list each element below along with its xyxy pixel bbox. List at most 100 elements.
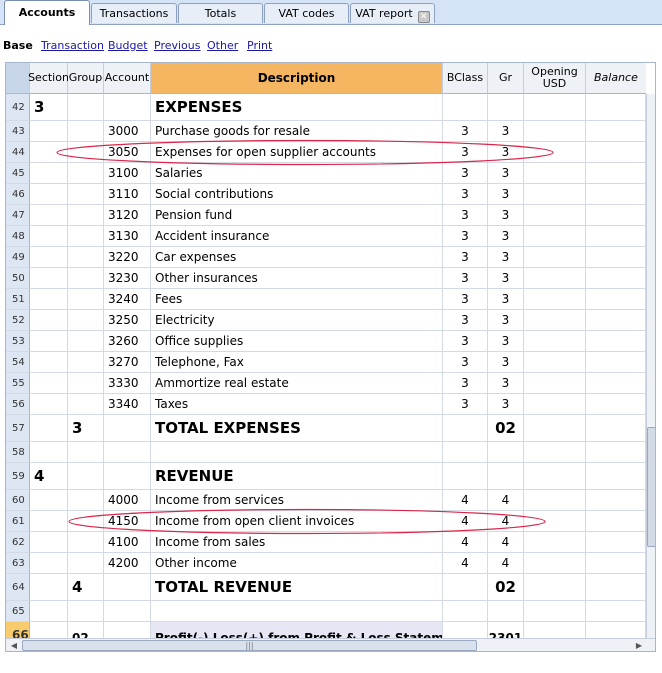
bclass-cell[interactable]: 3 [443, 352, 488, 373]
description-cell[interactable]: REVENUE [151, 463, 443, 490]
scroll-thumb[interactable]: ||| [22, 640, 477, 651]
section-cell[interactable] [30, 511, 68, 532]
gr-cell[interactable]: 3 [488, 163, 524, 184]
opening-cell[interactable] [524, 463, 586, 490]
gr-cell[interactable] [488, 94, 524, 121]
opening-cell[interactable] [524, 289, 586, 310]
column-header-opening[interactable]: Opening USD [524, 63, 586, 94]
group-cell[interactable] [68, 226, 104, 247]
group-cell[interactable] [68, 373, 104, 394]
opening-cell[interactable] [524, 553, 586, 574]
table-row[interactable]: 48 3130 Accident insurance 3 3 [6, 226, 655, 247]
opening-cell[interactable] [524, 532, 586, 553]
column-header-gr[interactable]: Gr [488, 63, 524, 94]
gr-cell[interactable]: 3 [488, 121, 524, 142]
gr-cell[interactable]: 3 [488, 226, 524, 247]
account-cell[interactable] [104, 463, 151, 490]
header-corner[interactable] [6, 63, 30, 94]
view-transaction[interactable]: Transaction [41, 39, 104, 52]
opening-cell[interactable] [524, 574, 586, 601]
section-cell[interactable] [30, 226, 68, 247]
view-print[interactable]: Print [247, 39, 272, 52]
description-cell[interactable]: Taxes [151, 394, 443, 415]
account-cell[interactable]: 4200 [104, 553, 151, 574]
bclass-cell[interactable]: 3 [443, 268, 488, 289]
description-cell[interactable]: Pension fund [151, 205, 443, 226]
account-cell[interactable]: 3130 [104, 226, 151, 247]
section-cell[interactable] [30, 394, 68, 415]
opening-cell[interactable] [524, 121, 586, 142]
gr-cell[interactable]: 3 [488, 247, 524, 268]
table-row[interactable]: 53 3260 Office supplies 3 3 [6, 331, 655, 352]
account-cell[interactable]: 3110 [104, 184, 151, 205]
balance-cell[interactable] [586, 394, 646, 415]
view-base[interactable]: Base [3, 39, 33, 52]
opening-cell[interactable] [524, 163, 586, 184]
table-row[interactable]: 60 4000 Income from services 4 4 [6, 490, 655, 511]
scroll-right-icon[interactable]: ▶ [632, 640, 646, 651]
column-header-bclass[interactable]: BClass [443, 63, 488, 94]
opening-cell[interactable] [524, 247, 586, 268]
column-header-balance[interactable]: Balance [586, 63, 646, 94]
table-row[interactable]: 54 3270 Telephone, Fax 3 3 [6, 352, 655, 373]
horizontal-scrollbar[interactable]: ◀ ||| ▶ [6, 638, 655, 651]
tab-accounts[interactable]: Accounts [4, 0, 90, 25]
group-cell[interactable] [68, 94, 104, 121]
gr-cell[interactable] [488, 601, 524, 622]
table-row[interactable]: 55 3330 Ammortize real estate 3 3 [6, 373, 655, 394]
description-cell[interactable]: Income from sales [151, 532, 443, 553]
bclass-cell[interactable]: 3 [443, 121, 488, 142]
bclass-cell[interactable] [443, 574, 488, 601]
description-cell[interactable]: Telephone, Fax [151, 352, 443, 373]
group-cell[interactable] [68, 553, 104, 574]
group-cell[interactable] [68, 601, 104, 622]
section-cell[interactable] [30, 490, 68, 511]
opening-cell[interactable] [524, 331, 586, 352]
section-cell[interactable] [30, 289, 68, 310]
description-cell[interactable]: Purchase goods for resale [151, 121, 443, 142]
gr-cell[interactable]: 3 [488, 205, 524, 226]
gr-cell[interactable]: 4 [488, 490, 524, 511]
account-cell[interactable]: 4100 [104, 532, 151, 553]
bclass-cell[interactable]: 3 [443, 289, 488, 310]
group-cell[interactable] [68, 352, 104, 373]
account-cell[interactable]: 3120 [104, 205, 151, 226]
balance-cell[interactable] [586, 490, 646, 511]
account-cell[interactable]: 3340 [104, 394, 151, 415]
balance-cell[interactable] [586, 184, 646, 205]
opening-cell[interactable] [524, 394, 586, 415]
tab-vat-codes[interactable]: VAT codes [264, 3, 349, 23]
section-cell[interactable] [30, 373, 68, 394]
balance-cell[interactable] [586, 121, 646, 142]
bclass-cell[interactable]: 3 [443, 226, 488, 247]
description-cell[interactable]: Ammortize real estate [151, 373, 443, 394]
group-cell[interactable] [68, 394, 104, 415]
group-cell[interactable] [68, 184, 104, 205]
balance-cell[interactable] [586, 268, 646, 289]
table-row[interactable]: 56 3340 Taxes 3 3 [6, 394, 655, 415]
account-cell[interactable] [104, 94, 151, 121]
description-cell[interactable]: Social contributions [151, 184, 443, 205]
account-cell[interactable]: 3270 [104, 352, 151, 373]
balance-cell[interactable] [586, 163, 646, 184]
opening-cell[interactable] [524, 142, 586, 163]
close-icon[interactable]: ✕ [417, 11, 430, 23]
description-cell[interactable]: Electricity [151, 310, 443, 331]
description-cell[interactable]: Other insurances [151, 268, 443, 289]
tab-totals[interactable]: Totals [178, 3, 263, 23]
account-cell[interactable]: 3330 [104, 373, 151, 394]
balance-cell[interactable] [586, 553, 646, 574]
section-cell[interactable] [30, 310, 68, 331]
gr-cell[interactable] [488, 442, 524, 463]
table-row[interactable]: 44 3050 Expenses for open supplier account… [6, 142, 655, 163]
description-cell[interactable]: Income from open client invoices [151, 511, 443, 532]
column-header-section[interactable]: Section [28, 63, 69, 94]
section-cell[interactable]: 4 [30, 463, 68, 490]
scroll-thumb[interactable] [647, 427, 655, 547]
description-cell[interactable]: TOTAL EXPENSES [151, 415, 443, 442]
column-header-account[interactable]: Account [104, 63, 151, 94]
group-cell[interactable] [68, 205, 104, 226]
balance-cell[interactable] [586, 373, 646, 394]
balance-cell[interactable] [586, 310, 646, 331]
table-row[interactable]: 59 4 REVENUE [6, 463, 655, 490]
